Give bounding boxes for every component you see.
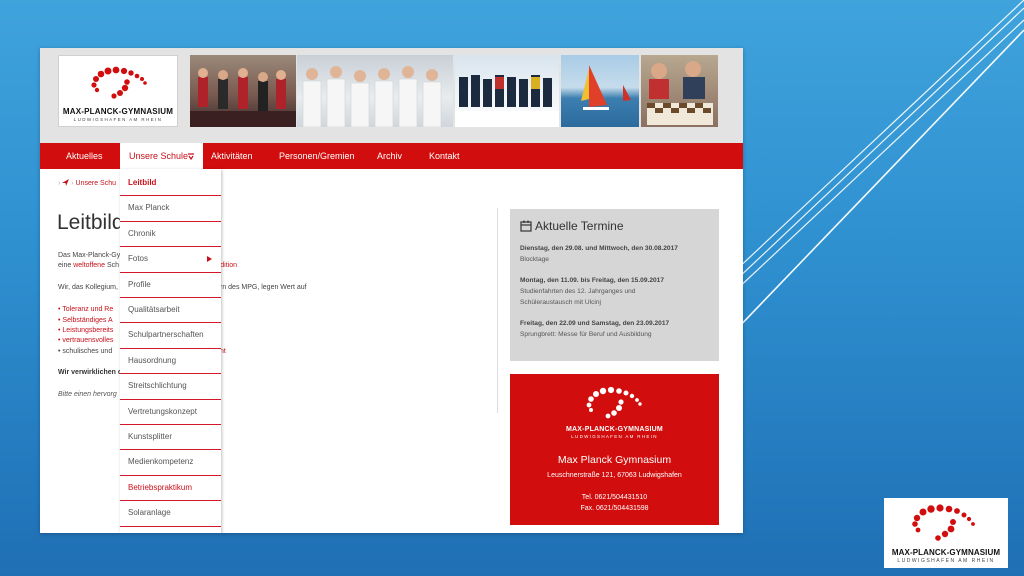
- termine-title: Aktuelle Termine: [535, 219, 624, 233]
- dropdown-item-betriebspraktikum[interactable]: Betriebspraktikum: [120, 476, 221, 502]
- dropdown-caret-icon: [188, 153, 194, 160]
- submenu-arrow-icon: [207, 256, 212, 263]
- dropdown-item-vertretungskonzept[interactable]: Vertretungskonzept: [120, 400, 221, 425]
- dropdown-item-medienkompetenz[interactable]: Medienkompetenz: [120, 450, 221, 476]
- termin-1-date[interactable]: Dienstag, den 29.08. und Mittwoch, den 3…: [520, 245, 678, 252]
- dropdown-item-kunstsplitter[interactable]: Kunstsplitter: [120, 425, 221, 451]
- dropdown-item-chronik[interactable]: Chronik: [120, 222, 221, 248]
- corner-logo-mark-icon: [912, 504, 975, 541]
- contact-logo-name: MAX-PLANCK-GYMNASIUM: [566, 426, 663, 433]
- decorative-lines: [734, 0, 1024, 333]
- corner-logo-subtitle: LUDWIGSHAFEN AM RHEIN: [897, 558, 995, 564]
- main-nav: Aktuelles Unsere Schule Aktivitäten Pers…: [40, 143, 743, 169]
- logo-name: MAX-PLANCK-GYMNASIUM: [62, 107, 174, 116]
- corner-logo-name: MAX-PLANCK-GYMNASIUM: [891, 548, 1001, 557]
- sidebar-divider: [497, 208, 498, 413]
- contact-address: Leuschnerstraße 121, 67063 Ludwigshafen: [547, 472, 682, 479]
- nav-personen-gremien[interactable]: Personen/Gremien: [279, 143, 355, 169]
- home-icon[interactable]: [62, 179, 70, 186]
- nav-archiv[interactable]: Archiv: [377, 143, 402, 169]
- page-title: Leitbild: [57, 211, 124, 234]
- intro-line-1: Das Max-Planck-Gy: [58, 252, 121, 259]
- calendar-icon: [520, 220, 532, 232]
- breadcrumb-current[interactable]: Unsere Schu: [76, 180, 116, 187]
- para2-right: rn des MPG, legen Wert auf: [220, 284, 307, 291]
- dropdown-item-streitschlichtung[interactable]: Streitschlichtung: [120, 374, 221, 400]
- intro-line-2: eine weltoffene Sch: [58, 262, 119, 269]
- dropdown-item-profile[interactable]: Profile: [120, 273, 221, 298]
- dropdown-item-qualitaetsarbeit[interactable]: Qualitätsarbeit: [120, 298, 221, 324]
- contact-title: Max Planck Gymnasium: [557, 454, 672, 466]
- weltoffene-link[interactable]: weltoffene: [73, 262, 105, 269]
- dropdown-item-fotos-label: Fotos: [128, 254, 149, 264]
- dropdown-item-hausordnung[interactable]: Hausordnung: [120, 349, 221, 375]
- bullet-leistung[interactable]: • Leistungsbereits: [58, 327, 113, 334]
- photo-science-lab: [297, 55, 453, 127]
- contact-logo-subtitle: LUDWIGSHAFEN AM RHEIN: [571, 434, 658, 439]
- contact-box: MAX-PLANCK-GYMNASIUM LUDWIGSHAFEN AM RHE…: [510, 374, 719, 525]
- bullet-schulisch: • schulisches und: [58, 348, 113, 355]
- termin-3-desc: Sprungbrett: Messe für Beruf und Ausbild…: [520, 331, 652, 338]
- termin-2-desc-1: Studienfahrten des 12. Jahrganges und: [520, 288, 636, 295]
- termin-2-date[interactable]: Montag, den 11.09. bis Freitag, den 15.0…: [520, 277, 664, 284]
- breadcrumb: › › Unsere Schu: [58, 179, 117, 187]
- verwirklichen-text: Wir verwirklichen c: [58, 369, 122, 376]
- nav-aktuelles[interactable]: Aktuelles: [66, 143, 103, 169]
- photo-chess: [641, 55, 718, 127]
- contact-logo-icon: [586, 386, 642, 419]
- dropdown-item-max-planck[interactable]: Max Planck: [120, 196, 221, 222]
- nav-aktivitaeten[interactable]: Aktivitäten: [211, 143, 253, 169]
- dropdown-item-solaranlage[interactable]: Solaranlage: [120, 501, 221, 527]
- para2-left: Wir, das Kollegium,: [58, 284, 118, 291]
- bullet-selbstaendig[interactable]: • Selbständiges A: [58, 317, 113, 324]
- nav-unsere-schule-label: Unsere Schule: [129, 151, 189, 161]
- nav-unsere-schule[interactable]: Unsere Schule: [120, 143, 203, 169]
- unsere-schule-dropdown: Leitbild Max Planck Chronik Fotos Profil…: [120, 169, 221, 533]
- termin-2-desc-2: Schüleraustausch mit Ulcinj: [520, 299, 601, 306]
- termin-3-date[interactable]: Freitag, den 22.09 und Samstag, den 23.0…: [520, 320, 669, 327]
- dropdown-item-schulpartnerschaften[interactable]: Schulpartnerschaften: [120, 323, 221, 349]
- dropdown-item-fotos[interactable]: Fotos: [120, 247, 221, 273]
- nav-kontakt[interactable]: Kontakt: [429, 143, 460, 169]
- logo-mark-icon: [91, 66, 147, 99]
- photo-ski-trip: [455, 55, 559, 127]
- website-screenshot: MAX-PLANCK-GYMNASIUM LUDWIGSHAFEN AM RHE…: [40, 48, 743, 533]
- logo-subtitle: LUDWIGSHAFEN AM RHEIN: [73, 117, 163, 122]
- bullet-vertrauen[interactable]: • vertrauensvolles: [58, 337, 113, 344]
- photo-windsurfing: [561, 55, 639, 127]
- contact-fax: Fax. 0621/504431598: [580, 505, 649, 512]
- contact-tel[interactable]: Tel. 0621/504431510: [510, 494, 719, 501]
- bitte-text: Bitte einen hervorg: [58, 391, 117, 398]
- photo-music-band: [190, 55, 296, 127]
- bullet-toleranz[interactable]: • Toleranz und Re: [58, 306, 113, 313]
- termin-1-desc: Blocktage: [520, 256, 549, 263]
- site-header: MAX-PLANCK-GYMNASIUM LUDWIGSHAFEN AM RHE…: [40, 48, 743, 143]
- corner-logo: MAX-PLANCK-GYMNASIUM LUDWIGSHAFEN AM RHE…: [884, 498, 1008, 568]
- site-logo[interactable]: MAX-PLANCK-GYMNASIUM LUDWIGSHAFEN AM RHE…: [58, 55, 178, 127]
- termine-box: Aktuelle Termine Dienstag, den 29.08. un…: [510, 209, 719, 361]
- dropdown-item-leitbild[interactable]: Leitbild: [120, 171, 221, 197]
